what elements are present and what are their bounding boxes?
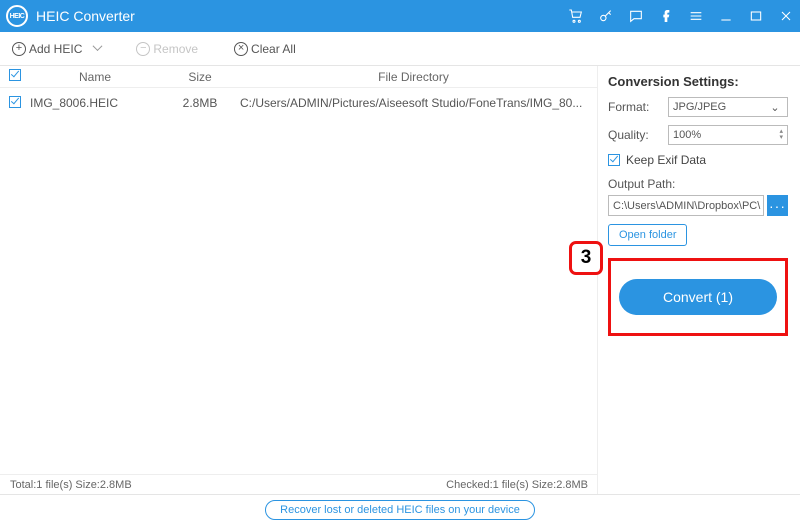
chat-icon[interactable] [628,8,644,24]
titlebar: HEIC HEIC Converter [0,0,800,32]
keep-exif-checkbox[interactable] [608,154,620,166]
file-size: 2.8MB [160,96,240,110]
minimize-icon[interactable] [718,8,734,24]
remove-button: − Remove [132,40,202,58]
close-icon[interactable] [778,8,794,24]
header-dir: File Directory [240,70,597,84]
main-area: Name Size File Directory IMG_8006.HEIC 2… [0,66,800,494]
bottom-bar: Recover lost or deleted HEIC files on yo… [0,494,800,524]
browse-button[interactable]: ··· [767,195,788,216]
output-path-value: C:\Users\ADMIN\Dropbox\PC\ [613,200,760,212]
output-path-field[interactable]: C:\Users\ADMIN\Dropbox\PC\ [608,195,764,216]
select-all-checkbox[interactable] [9,69,21,81]
quality-value: 100% [673,129,701,141]
table-row[interactable]: IMG_8006.HEIC 2.8MB C:/Users/ADMIN/Pictu… [0,88,597,118]
add-dropdown-icon[interactable] [94,44,104,54]
clear-all-button[interactable]: × Clear All [230,40,300,58]
add-heic-label: Add HEIC [29,42,82,56]
open-folder-button[interactable]: Open folder [608,224,687,246]
row-checkbox[interactable] [9,96,21,108]
minus-icon: − [136,42,150,56]
list-header: Name Size File Directory [0,66,597,88]
file-list-panel: Name Size File Directory IMG_8006.HEIC 2… [0,66,598,494]
clear-icon: × [234,42,248,56]
header-name: Name [30,70,160,84]
status-total: Total:1 file(s) Size:2.8MB [10,479,132,491]
format-label: Format: [608,100,662,114]
file-directory: C:/Users/ADMIN/Pictures/Aiseesoft Studio… [240,96,597,110]
header-size: Size [160,70,240,84]
format-select[interactable]: JPG/JPEG ⌄ [668,97,788,117]
format-value: JPG/JPEG [673,101,726,113]
quality-label: Quality: [608,128,662,142]
settings-panel: Conversion Settings: Format: JPG/JPEG ⌄ … [598,66,798,494]
output-path-label: Output Path: [608,177,788,191]
toolbar: + Add HEIC − Remove × Clear All [0,32,800,66]
menu-icon[interactable] [688,8,704,24]
cart-icon[interactable] [568,8,584,24]
callout-badge: 3 [569,241,603,275]
facebook-icon[interactable] [658,8,674,24]
spinner-icon: ▴▾ [779,129,783,141]
file-name: IMG_8006.HEIC [30,96,160,110]
recover-link[interactable]: Recover lost or deleted HEIC files on yo… [265,500,535,520]
maximize-icon[interactable] [748,8,764,24]
convert-highlight: 3 Convert (1) [608,258,788,336]
plus-icon: + [12,42,26,56]
app-logo-icon: HEIC [6,5,28,27]
clear-all-label: Clear All [251,42,296,56]
key-icon[interactable] [598,8,614,24]
add-heic-button[interactable]: + Add HEIC [8,40,86,58]
quality-stepper[interactable]: 100% ▴▾ [668,125,788,145]
chevron-down-icon: ⌄ [767,101,783,114]
status-checked: Checked:1 file(s) Size:2.8MB [446,479,588,491]
settings-title: Conversion Settings: [608,74,788,89]
remove-label: Remove [153,42,198,56]
keep-exif-label: Keep Exif Data [626,153,706,167]
convert-button[interactable]: Convert (1) [619,279,777,315]
app-title: HEIC Converter [36,8,568,24]
status-bar: Total:1 file(s) Size:2.8MB Checked:1 fil… [0,474,598,494]
